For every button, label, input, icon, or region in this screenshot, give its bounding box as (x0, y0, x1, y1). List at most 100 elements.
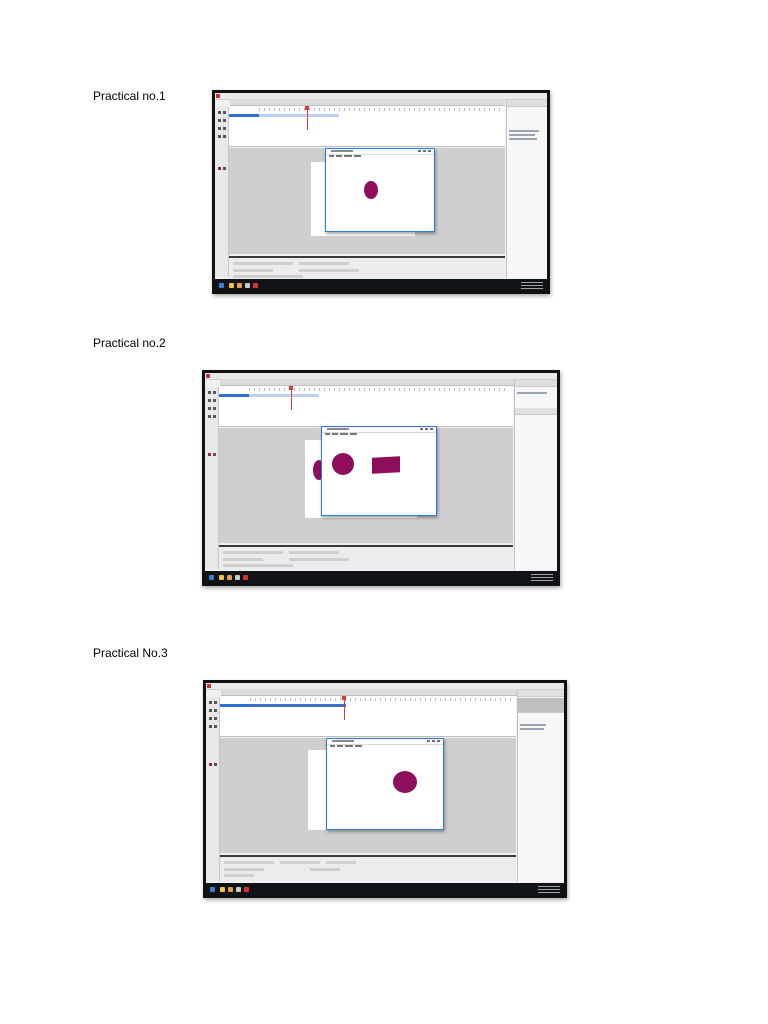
fill-color-icon (208, 453, 211, 456)
line-tool-icon (209, 725, 212, 728)
timeline-ruler (249, 388, 509, 391)
text-tool-icon (214, 717, 217, 720)
flash-icon (244, 887, 249, 892)
purple-ellipse (332, 453, 354, 475)
properties-panel (219, 545, 513, 570)
flash-player-menu (327, 744, 443, 748)
flash-player-window (321, 426, 437, 516)
start-icon (219, 283, 224, 288)
stroke-color-icon (223, 167, 226, 170)
clock (531, 574, 553, 581)
timeline-ruler (259, 108, 501, 111)
purple-rectangle (372, 456, 400, 474)
folder-icon (220, 887, 225, 892)
library-panel (506, 100, 547, 278)
rectangle-tool-icon (223, 135, 226, 138)
flash-icon (253, 283, 258, 288)
folder-icon (219, 575, 224, 580)
document-tab-bar (220, 379, 515, 386)
clock (538, 886, 560, 893)
playhead-knob-icon (289, 386, 293, 390)
properties-panel (229, 256, 505, 281)
timeline-panel (219, 386, 513, 427)
app-icon (245, 283, 250, 288)
flash-icon (243, 575, 248, 580)
transform-tool-icon (209, 709, 212, 712)
lasso-tool-icon (223, 119, 226, 122)
tools-panel (215, 107, 229, 277)
screenshot-practical-2 (202, 370, 560, 586)
browser-icon (227, 575, 232, 580)
library-panel (517, 690, 564, 882)
timeline-frames (259, 114, 339, 117)
purple-ellipse (393, 771, 417, 793)
app-logo-icon (207, 684, 211, 688)
windows-taskbar (205, 571, 557, 583)
subselect-tool-icon (214, 701, 217, 704)
rectangle-tool-icon (214, 725, 217, 728)
line-tool-icon (218, 135, 221, 138)
caption-practical-3: Practical No.3 (93, 646, 168, 660)
timeline-layer-row (229, 114, 259, 117)
subselect-tool-icon (213, 391, 216, 394)
line-tool-icon (208, 415, 211, 418)
timeline-frames (249, 394, 319, 397)
flash-ide-screen (205, 373, 557, 583)
lasso-tool-icon (214, 709, 217, 712)
app-logo-icon (206, 374, 210, 378)
timeline-frames (250, 704, 346, 707)
tools-panel (206, 697, 220, 881)
app-logo-icon (216, 94, 220, 98)
fill-color-icon (209, 763, 212, 766)
flash-ide-screen (215, 93, 547, 291)
document-tab-bar (221, 689, 518, 696)
timeline-panel (220, 696, 516, 737)
windows-taskbar (206, 883, 564, 895)
flash-player-menu (322, 432, 436, 436)
clock (521, 282, 543, 289)
selection-tool-icon (209, 701, 212, 704)
pen-tool-icon (208, 407, 211, 410)
screenshot-practical-3 (203, 680, 567, 898)
pen-tool-icon (209, 717, 212, 720)
lasso-tool-icon (213, 399, 216, 402)
transform-tool-icon (218, 119, 221, 122)
flash-player-window (325, 148, 435, 232)
timeline-panel (229, 106, 505, 147)
windows-taskbar (215, 279, 547, 291)
start-icon (210, 887, 215, 892)
purple-ellipse (364, 181, 378, 199)
browser-icon (237, 283, 242, 288)
flash-ide-screen (206, 683, 564, 895)
rectangle-tool-icon (213, 415, 216, 418)
pen-tool-icon (218, 127, 221, 130)
timeline-layer-row (219, 394, 249, 397)
text-tool-icon (223, 127, 226, 130)
caption-practical-1: Practical no.1 (93, 89, 166, 103)
document-tab-bar (230, 99, 505, 106)
app-icon (235, 575, 240, 580)
app-icon (236, 887, 241, 892)
stroke-color-icon (214, 763, 217, 766)
transform-tool-icon (208, 399, 211, 402)
properties-panel (220, 855, 516, 881)
folder-icon (229, 283, 234, 288)
flash-player-menu (326, 154, 434, 158)
screenshot-practical-1 (212, 90, 550, 294)
selection-tool-icon (218, 111, 221, 114)
fill-color-icon (218, 167, 221, 170)
playhead-knob-icon (342, 696, 346, 700)
library-panel (514, 380, 557, 570)
timeline-layer-row (220, 704, 250, 707)
timeline-ruler (250, 698, 512, 701)
flash-player-window (326, 738, 444, 830)
selection-tool-icon (208, 391, 211, 394)
stroke-color-icon (213, 453, 216, 456)
start-icon (209, 575, 214, 580)
text-tool-icon (213, 407, 216, 410)
playhead-knob-icon (305, 106, 309, 110)
subselect-tool-icon (223, 111, 226, 114)
browser-icon (228, 887, 233, 892)
caption-practical-2: Practical no.2 (93, 336, 166, 350)
tools-panel (205, 387, 219, 569)
